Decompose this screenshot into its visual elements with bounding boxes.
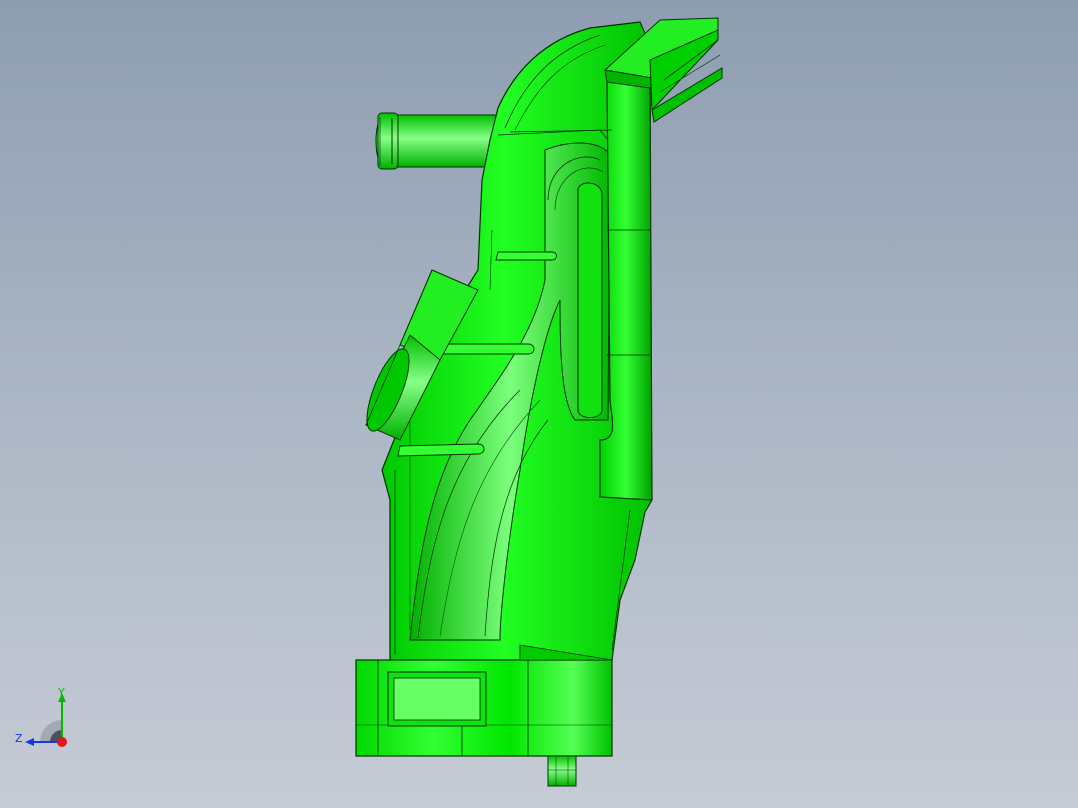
- rib-3[interactable]: [397, 443, 485, 457]
- base-window[interactable]: [387, 671, 487, 727]
- rib-2[interactable]: [439, 343, 535, 355]
- rib-1[interactable]: [495, 251, 557, 261]
- orientation-triad[interactable]: Y Z: [10, 684, 80, 754]
- graphics-viewport[interactable]: Y Z: [0, 0, 1078, 808]
- side-pipe-top[interactable]: [375, 112, 505, 170]
- part-model[interactable]: [0, 0, 1078, 808]
- z-axis-label: Z: [15, 732, 23, 745]
- y-axis-label: Y: [57, 686, 65, 699]
- bottom-pin[interactable]: [547, 755, 577, 787]
- x-axis-icon: [57, 737, 67, 747]
- vertical-slot[interactable]: [577, 182, 603, 418]
